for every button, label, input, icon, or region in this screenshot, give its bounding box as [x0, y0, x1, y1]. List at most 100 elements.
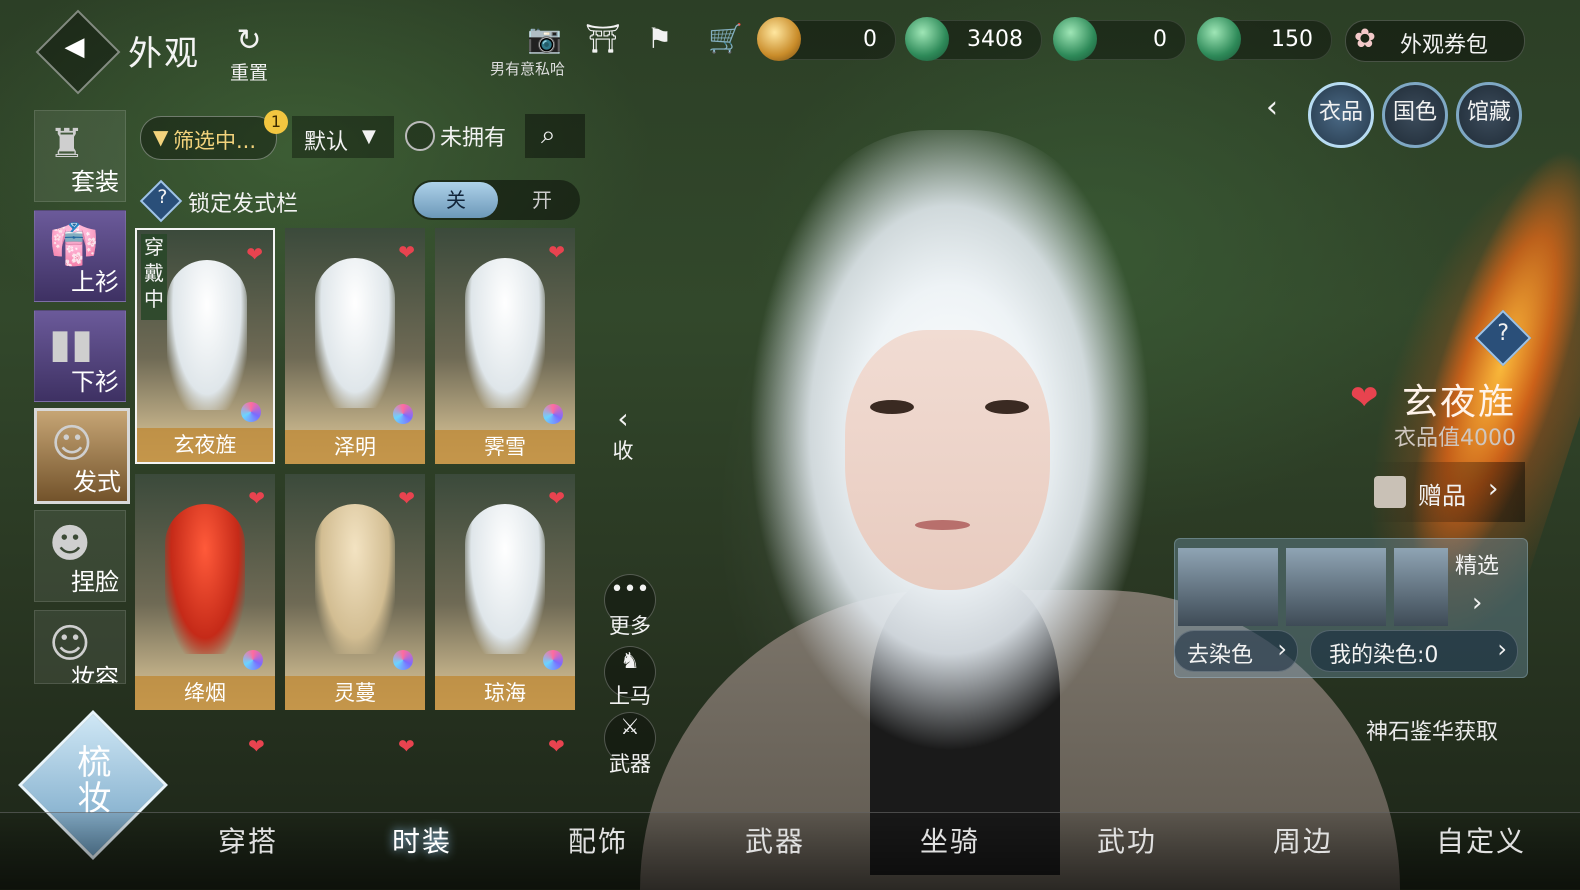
gift-label: 赠品: [1418, 482, 1466, 510]
top-garment-icon: 👘: [49, 222, 99, 268]
dye-thumbnail-2[interactable]: [1286, 548, 1386, 626]
featured-label[interactable]: 精选: [1455, 548, 1499, 580]
remove-dye-label: 去染色: [1187, 643, 1254, 668]
hairstyle-card-5[interactable]: ❤ 灵蔓: [285, 474, 425, 710]
more-dots-icon: •••: [610, 577, 650, 602]
favorite-heart-icon[interactable]: ❤: [248, 734, 265, 758]
trousers-icon: ▮▮: [49, 321, 94, 367]
jade-coin-icon: [905, 17, 949, 61]
category-face[interactable]: ☻ 捏脸: [34, 510, 126, 602]
hairstyle-card-2[interactable]: ❤ 泽明: [285, 228, 425, 464]
horse-icon: ♞: [620, 649, 640, 674]
not-owned-radio[interactable]: [405, 121, 435, 151]
obtain-source[interactable]: 神石鉴华获取: [1366, 714, 1498, 746]
hairstyle-card-3[interactable]: ❤ 霁雪: [435, 228, 575, 464]
dye-orb-icon: [393, 404, 413, 424]
favorite-heart-icon[interactable]: ❤: [398, 734, 415, 758]
favorite-heart-icon[interactable]: ❤: [548, 486, 565, 510]
currency-gold[interactable]: 0: [757, 17, 896, 61]
character-face: [845, 330, 1050, 590]
currency-jade-1-value: 3408: [967, 27, 1023, 52]
more-label: 更多: [609, 614, 651, 638]
sort-dropdown[interactable]: 默认 ▼: [292, 116, 394, 158]
hairstyle-card-1[interactable]: 穿戴中 ❤ 玄夜旌: [135, 228, 275, 464]
currency-jade-3-value: 150: [1271, 27, 1313, 52]
hairstyle-portrait: [167, 260, 247, 410]
hairstyle-name: 灵蔓: [285, 676, 425, 710]
nav-accessories[interactable]: 配饰: [568, 820, 628, 860]
wearing-tag: 穿戴中: [141, 234, 167, 320]
favorite-heart-icon[interactable]: ❤: [248, 486, 265, 510]
character-mouth: [915, 520, 970, 530]
my-dye-button[interactable]: 我的染色:0 ›: [1310, 630, 1518, 672]
hairstyle-portrait: [465, 258, 545, 408]
category-makeup[interactable]: ☺ 妆容: [34, 610, 126, 684]
favorite-heart-icon[interactable]: ❤: [398, 486, 415, 510]
favorite-heart-icon[interactable]: ❤: [1350, 378, 1379, 418]
hairstyle-name: 泽明: [285, 430, 425, 464]
chevron-right-icon: ›: [1497, 635, 1507, 663]
cart-icon[interactable]: 🛒: [708, 22, 743, 55]
remove-dye-button[interactable]: 去染色 ›: [1174, 630, 1298, 672]
dye-orb-icon: [543, 404, 563, 424]
filter-funnel-icon: ▼: [153, 125, 169, 149]
category-hairstyle[interactable]: ☺ 发式: [34, 408, 130, 504]
nav-outfit[interactable]: 穿搭: [218, 820, 278, 860]
dye-thumbnail-1[interactable]: [1178, 548, 1278, 626]
my-dye-label: 我的染色:0: [1329, 643, 1439, 668]
nav-fashion[interactable]: 时装: [392, 820, 452, 860]
dye-orb-icon: [243, 650, 263, 670]
favorite-heart-icon[interactable]: ❤: [548, 240, 565, 264]
currency-jade-1[interactable]: 3408: [905, 17, 1042, 61]
gift-pack-icon: ✿: [1354, 24, 1376, 54]
favorite-heart-icon[interactable]: ❤: [398, 240, 415, 264]
search-icon: ⌕: [541, 120, 556, 150]
hairstyle-icon: ☺: [51, 421, 93, 467]
hairstyle-name: 玄夜旌: [137, 428, 273, 462]
reset-button[interactable]: ↻ 重置: [225, 24, 273, 85]
tab-guancang[interactable]: 馆藏: [1456, 82, 1522, 148]
chevron-right-icon: ›: [1488, 474, 1499, 504]
makeup-mode-label: 梳妆: [77, 742, 112, 819]
dye-thumbnail-3[interactable]: [1394, 548, 1448, 626]
category-label: 套装: [71, 168, 119, 196]
category-label: 上衫: [71, 268, 119, 296]
toggle-on[interactable]: 开: [512, 182, 572, 218]
character-eye-left: [870, 400, 914, 414]
nav-mounts[interactable]: 坐骑: [920, 820, 980, 860]
currency-jade-2[interactable]: 0: [1053, 17, 1186, 61]
nav-weapons[interactable]: 武器: [745, 820, 805, 860]
hairstyle-card-4[interactable]: ❤ 绛烟: [135, 474, 275, 710]
nav-custom[interactable]: 自定义: [1436, 820, 1526, 860]
category-label: 下衫: [71, 368, 119, 396]
gift-button[interactable]: 赠品 ›: [1370, 462, 1525, 522]
favorite-heart-icon[interactable]: ❤: [548, 734, 565, 758]
featured-chevron-icon[interactable]: ›: [1472, 588, 1482, 618]
not-owned-label[interactable]: 未拥有: [440, 120, 506, 152]
toggle-off[interactable]: 关: [414, 182, 498, 218]
nav-peripherals[interactable]: 周边: [1273, 820, 1333, 860]
hairstyle-card-6[interactable]: ❤ 琼海: [435, 474, 575, 710]
selected-item-value: 衣品值4000: [1394, 426, 1516, 451]
favorite-heart-icon[interactable]: ❤: [246, 242, 263, 266]
weapon-label: 武器: [609, 752, 651, 776]
tabs-back-chevron-icon[interactable]: ‹: [1266, 90, 1278, 125]
nav-martial-arts[interactable]: 武功: [1097, 820, 1157, 860]
collapse-button[interactable]: ‹ 收: [608, 402, 638, 465]
category-top[interactable]: 👘 上衫: [34, 210, 126, 302]
lock-toggle[interactable]: 关 开: [412, 180, 580, 220]
category-outfit[interactable]: ♜ 套装: [34, 110, 126, 202]
search-button[interactable]: ⌕: [525, 114, 585, 158]
shop-merchant-icon[interactable]: ⛩: [585, 22, 621, 55]
chevron-left-icon: ‹: [617, 402, 629, 435]
currency-jade-3[interactable]: 150: [1197, 17, 1332, 61]
filter-button[interactable]: ▼ 筛选中...: [140, 116, 277, 160]
camera-icon[interactable]: 📷: [527, 22, 562, 55]
tab-guose[interactable]: 国色: [1382, 82, 1448, 148]
appearance-voucher-pack-button[interactable]: ✿ 外观券包: [1345, 20, 1525, 62]
station-icon[interactable]: ⚑: [647, 22, 672, 55]
lock-hair-slot-label: 锁定发式栏: [188, 192, 299, 217]
tab-yipin[interactable]: 衣品: [1308, 82, 1374, 148]
sword-icon: ⚔: [620, 715, 640, 740]
category-bottom[interactable]: ▮▮ 下衫: [34, 310, 126, 402]
